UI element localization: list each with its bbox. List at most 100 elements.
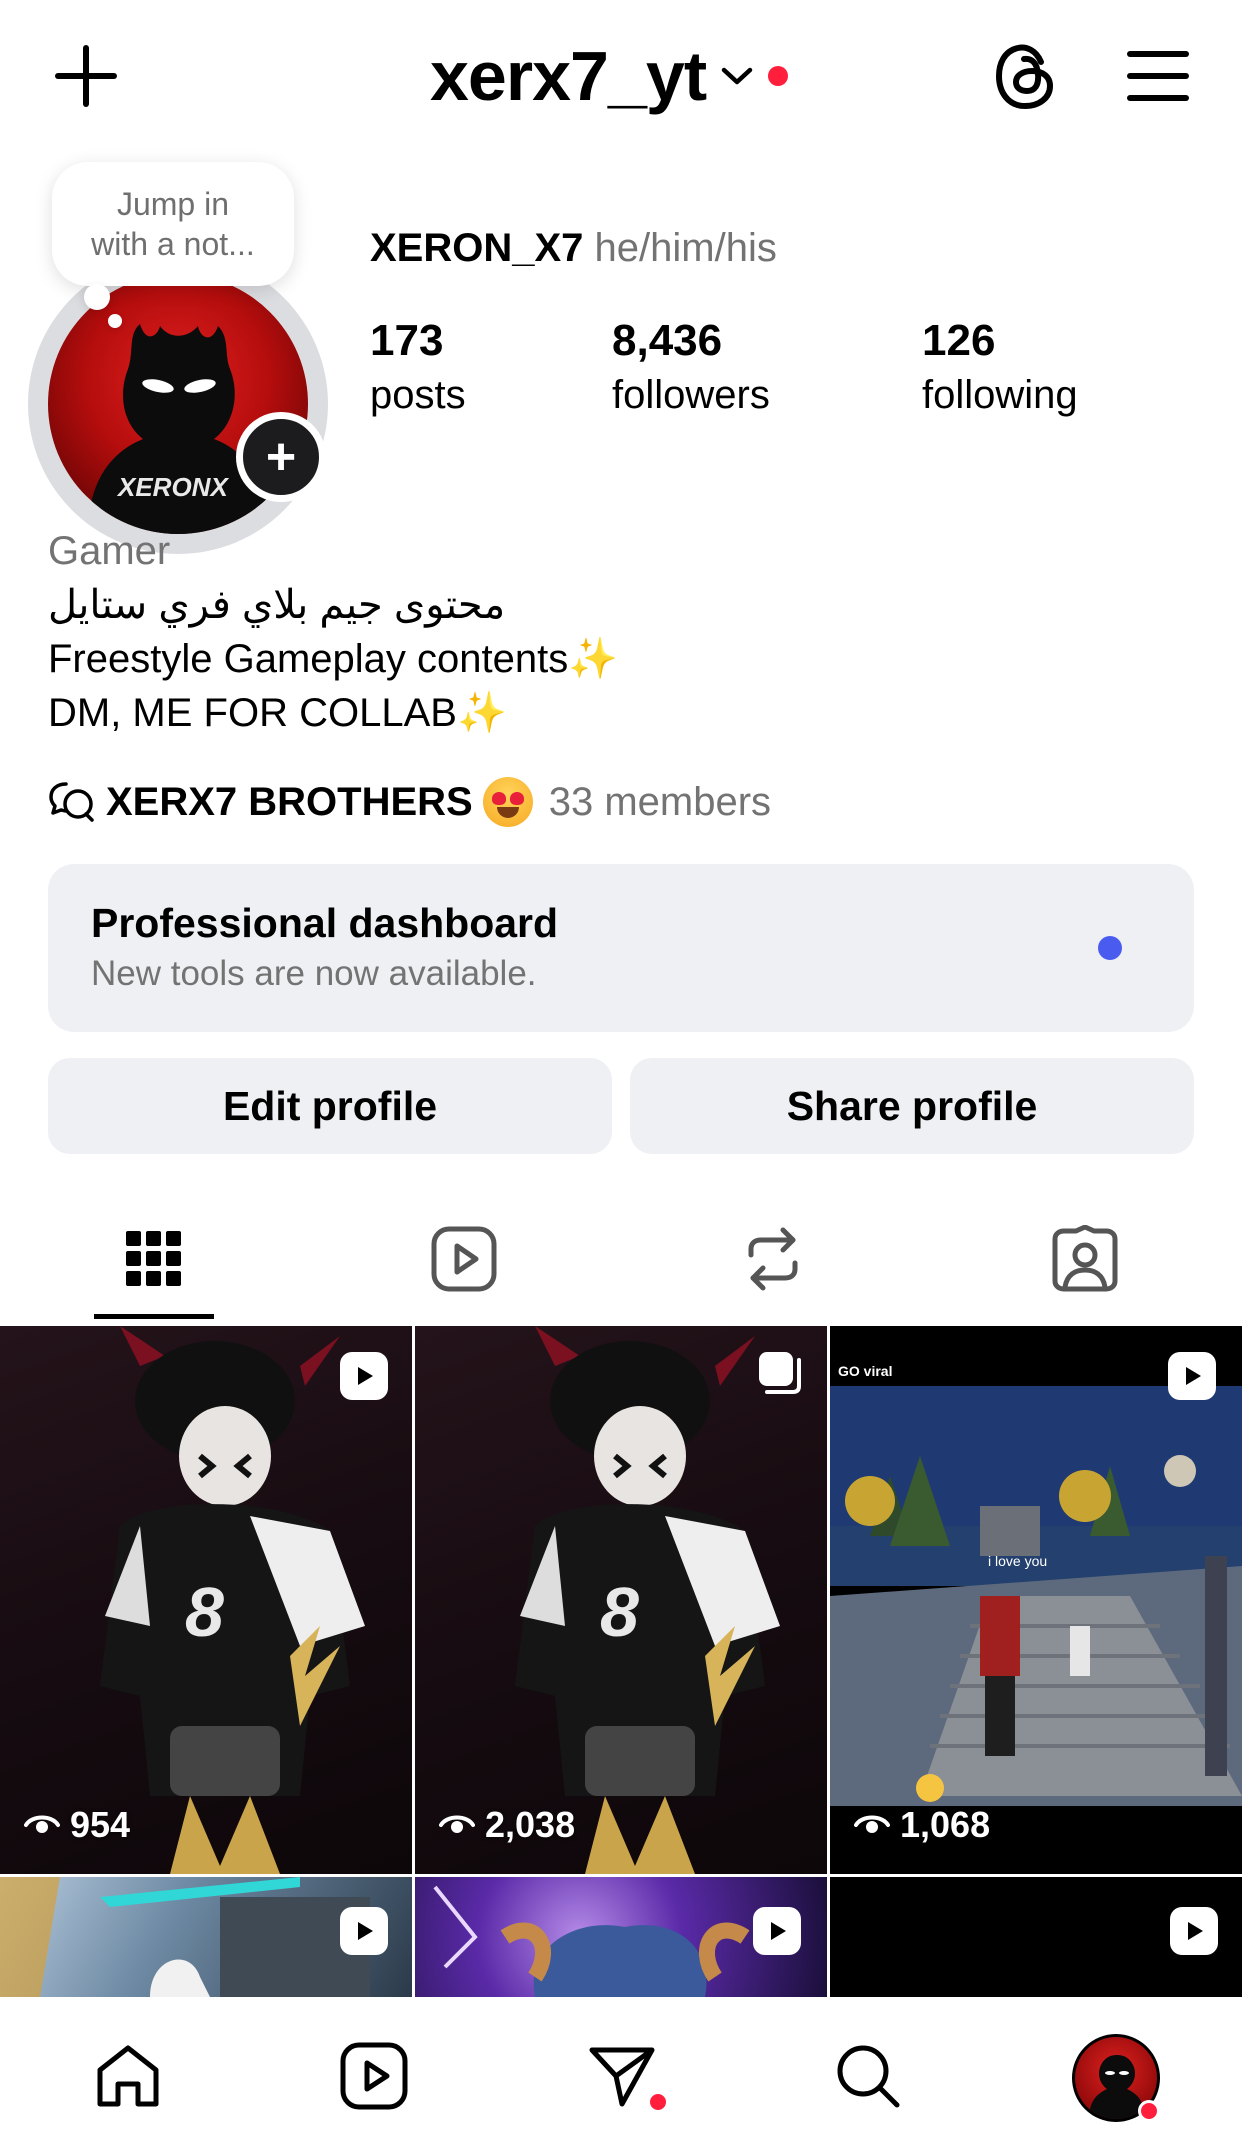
- reel-badge: [1170, 1907, 1218, 1955]
- post-thumbnail: GO viral i love you: [830, 1363, 1242, 1874]
- community-link[interactable]: XERX7 BROTHERS 33 members: [48, 772, 771, 832]
- play-icon: [358, 1367, 373, 1385]
- nav-messages[interactable]: [584, 2038, 660, 2114]
- community-members: 33 members: [548, 779, 772, 824]
- play-icon: [771, 1922, 786, 1940]
- menu-button[interactable]: [1126, 48, 1190, 104]
- note-tail-dot: [84, 284, 110, 310]
- notification-dot: [768, 66, 789, 86]
- threads-icon: [995, 44, 1054, 110]
- note-line1: Jump in: [116, 186, 230, 222]
- bio-line: DM, ME FOR COLLAB: [48, 691, 457, 735]
- threads-button[interactable]: [994, 40, 1056, 112]
- dashboard-notification-dot: [1098, 936, 1122, 960]
- overlay-text: GO viral: [838, 1363, 892, 1379]
- carousel-badge: [755, 1348, 805, 1398]
- carousel-icon: [759, 1352, 801, 1394]
- posts-label: posts: [370, 373, 466, 417]
- eye-icon: [24, 1815, 60, 1833]
- play-icon: [1188, 1922, 1203, 1940]
- chat-bubbles-icon: [49, 782, 94, 822]
- following-count: 126: [922, 316, 996, 365]
- post-thumbnail: 8: [515, 1326, 780, 1874]
- post-tile[interactable]: [415, 1877, 827, 1997]
- bio: Gamer محتوى جيم بلاي فري ستايل Freestyle…: [48, 524, 618, 740]
- reposts-icon: [748, 1227, 798, 1291]
- posts-stat[interactable]: 173 posts: [370, 314, 466, 422]
- bio-line: Freestyle Gameplay contents: [48, 637, 569, 681]
- edit-profile-button[interactable]: Edit profile: [48, 1058, 612, 1154]
- post-tile[interactable]: GO viral i love you 1,068: [830, 1326, 1242, 1874]
- following-label: following: [922, 373, 1078, 417]
- following-stat[interactable]: 126 following: [922, 314, 1078, 422]
- heart-eyes-emoji-icon: [482, 777, 533, 827]
- reels-icon: [340, 2042, 408, 2110]
- search-icon: [837, 2045, 900, 2108]
- view-count-text: 2,038: [485, 1804, 576, 1845]
- post-thumbnail: 8: [100, 1326, 365, 1874]
- view-count-text: 1,068: [900, 1804, 991, 1845]
- tagged-icon: [1052, 1225, 1118, 1292]
- nav-home[interactable]: [90, 2038, 166, 2114]
- view-count: 2,038: [439, 1804, 575, 1846]
- bio-arabic-line: محتوى جيم بلاي فري ستايل: [48, 583, 506, 627]
- play-icon: [358, 1922, 373, 1940]
- account-switcher[interactable]: xerx7_yt: [430, 37, 789, 115]
- create-button[interactable]: [50, 40, 122, 112]
- category-label: Gamer: [48, 529, 171, 573]
- followers-label: followers: [612, 373, 770, 417]
- plus-icon: +: [265, 428, 297, 486]
- post-tile[interactable]: 8 2,038: [415, 1326, 827, 1874]
- tab-reels[interactable]: [417, 1214, 511, 1304]
- reel-badge: [340, 1907, 388, 1955]
- followers-stat[interactable]: 8,436 followers: [612, 314, 770, 422]
- tab-grid[interactable]: [107, 1214, 201, 1304]
- messages-icon: [589, 2047, 655, 2107]
- sparkles-icon: ✨: [456, 691, 507, 735]
- profile-notification-dot: [1138, 2100, 1160, 2122]
- post-tile[interactable]: [830, 1877, 1242, 1997]
- active-tab-indicator: [94, 1314, 214, 1319]
- note-line2: with a not...: [91, 226, 255, 262]
- menu-icon: [1127, 51, 1189, 101]
- profile-name: XERON_X7 he/him/his: [370, 226, 777, 271]
- reel-badge: [340, 1352, 388, 1400]
- posts-count: 173: [370, 316, 444, 365]
- reels-icon: [431, 1226, 497, 1292]
- display-name: XERON_X7: [370, 226, 584, 270]
- community-name: XERX7 BROTHERS: [106, 779, 473, 824]
- chevron-down-icon: [721, 67, 753, 85]
- followers-count: 8,436: [612, 316, 723, 365]
- nav-search[interactable]: [830, 2038, 906, 2114]
- messages-notification-dot: [650, 2094, 666, 2110]
- grid-icon: [126, 1231, 181, 1286]
- reel-badge: [1168, 1352, 1216, 1400]
- nav-reels[interactable]: [336, 2038, 412, 2114]
- overlay-text: i love you: [988, 1553, 1047, 1569]
- share-profile-button[interactable]: Share profile: [630, 1058, 1194, 1154]
- add-story-button[interactable]: +: [236, 412, 326, 502]
- tab-tagged[interactable]: [1038, 1214, 1132, 1304]
- view-count: 954: [24, 1804, 130, 1846]
- eye-icon: [439, 1815, 475, 1833]
- home-icon: [97, 2045, 159, 2107]
- post-tile[interactable]: [0, 1877, 412, 1997]
- eye-icon: [854, 1815, 890, 1833]
- dashboard-title: Professional dashboard: [91, 900, 559, 946]
- pronouns: he/him/his: [594, 226, 777, 270]
- note-tail-dot: [108, 314, 122, 328]
- sparkles-icon: ✨: [568, 637, 619, 681]
- professional-dashboard-card[interactable]: [48, 864, 1194, 1032]
- reel-badge: [753, 1907, 801, 1955]
- username-title: xerx7_yt: [430, 37, 707, 115]
- dashboard-subtitle: New tools are now available.: [91, 954, 537, 993]
- avatar-logo-text: XERONX: [116, 472, 229, 502]
- plus-icon: [55, 45, 117, 107]
- view-count-text: 954: [70, 1804, 131, 1845]
- note-bubble[interactable]: Jump in with a not...: [52, 162, 294, 286]
- tab-reposts[interactable]: [726, 1214, 820, 1304]
- post-tile[interactable]: 8 954: [0, 1326, 412, 1874]
- view-count: 1,068: [854, 1804, 990, 1846]
- svg-text:8: 8: [185, 1573, 224, 1651]
- play-icon: [1186, 1367, 1201, 1385]
